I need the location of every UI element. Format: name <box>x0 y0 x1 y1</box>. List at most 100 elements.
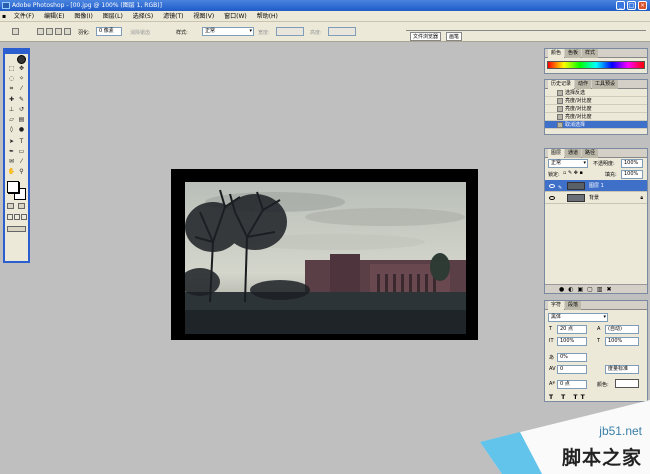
dodge-tool-icon[interactable]: ● <box>17 126 26 134</box>
tab-channels[interactable]: 通道 <box>565 149 582 158</box>
slice-tool-icon[interactable]: ⁄ <box>17 85 26 93</box>
font-size-input[interactable]: 20 点 <box>557 325 587 334</box>
width-input[interactable] <box>276 27 304 36</box>
brush-tool-icon[interactable]: ✎ <box>17 96 26 104</box>
title-bar: Adobe Photoshop - [00.jpg @ 100% (图层 1, … <box>0 0 650 11</box>
eraser-tool-icon[interactable]: ▱ <box>7 116 16 124</box>
shape-tool-icon[interactable]: ▭ <box>17 148 26 156</box>
document-image[interactable] <box>185 182 466 334</box>
gradient-tool-icon[interactable]: ▤ <box>17 116 26 124</box>
zoom-tool-icon[interactable]: ⚲ <box>17 168 26 176</box>
fill-input[interactable]: 100% <box>621 170 643 179</box>
layer-row[interactable]: 背景 🔒︎ <box>545 192 647 204</box>
tracking-input[interactable]: 0 <box>557 365 587 374</box>
add-selection-icon[interactable] <box>46 28 53 35</box>
path-select-icon[interactable]: ➤ <box>7 138 16 146</box>
pen-tool-icon[interactable]: ✒ <box>7 148 16 156</box>
eyedropper-icon[interactable]: ⁄ <box>17 158 26 166</box>
menu-layer[interactable]: 图层(L) <box>99 11 127 22</box>
intersect-selection-icon[interactable] <box>64 28 71 35</box>
hand-tool-icon[interactable]: ✋ <box>7 168 16 176</box>
layers-footer-buttons[interactable]: ●◐▣▢▥✖ <box>545 284 647 293</box>
history-item[interactable]: 选择反选 <box>545 89 647 97</box>
lock-icons[interactable]: ▫ ✎ ✥ ▪ <box>563 170 583 176</box>
tab-styles[interactable]: 样式 <box>582 49 599 58</box>
menu-view[interactable]: 视图(V) <box>189 11 218 22</box>
history-item-selected[interactable]: 取消选择 <box>545 121 647 129</box>
marquee-preset-icon[interactable] <box>12 28 19 35</box>
ps-menu-icon[interactable]: ▪ <box>0 11 8 22</box>
subtract-selection-icon[interactable] <box>55 28 62 35</box>
history-item[interactable]: 亮度/对比度 <box>545 105 647 113</box>
toolbox-header[interactable] <box>5 50 28 54</box>
tab-paragraph[interactable]: 段落 <box>565 301 582 310</box>
marquee-tool-icon[interactable]: ⬚ <box>7 65 16 73</box>
tab-character[interactable]: 字符 <box>548 301 565 310</box>
style-select[interactable]: 正常 ▾ <box>202 27 254 36</box>
photo-artwork <box>185 182 466 334</box>
tab-file-browser[interactable]: 文件浏览器 <box>410 32 442 41</box>
screen-mode-full-menu-icon[interactable] <box>14 214 20 220</box>
lock-label: 锁定: <box>548 172 560 178</box>
menu-edit[interactable]: 编辑(E) <box>40 11 68 22</box>
font-family-select[interactable]: 黑体 ▾ <box>548 313 608 322</box>
menu-window[interactable]: 窗口(W) <box>220 11 251 22</box>
foreground-color-swatch[interactable] <box>7 181 19 193</box>
text-color-swatch[interactable] <box>615 379 639 388</box>
history-item[interactable]: 亮度/对比度 <box>545 113 647 121</box>
tab-layers[interactable]: 图层 <box>548 149 565 158</box>
clone-stamp-icon[interactable]: ⊥ <box>7 106 16 114</box>
vertical-scale-input[interactable]: 100% <box>557 337 587 346</box>
adobe-online-icon[interactable] <box>17 55 26 64</box>
blend-mode-select[interactable]: 正常 ▾ <box>548 159 588 168</box>
eye-icon[interactable] <box>549 184 555 188</box>
screen-mode-full-icon[interactable] <box>21 214 27 220</box>
menu-help[interactable]: 帮助(H) <box>253 11 282 22</box>
tab-actions[interactable]: 动作 <box>575 80 592 89</box>
new-selection-icon[interactable] <box>37 28 44 35</box>
menu-select[interactable]: 选择(S) <box>129 11 158 22</box>
screen-mode-standard-icon[interactable] <box>7 214 13 220</box>
tab-color[interactable]: 颜色 <box>548 49 565 58</box>
tab-tool-presets[interactable]: 工具预设 <box>592 80 619 89</box>
history-brush-icon[interactable]: ↺ <box>17 106 26 114</box>
horizontal-scale-input[interactable]: 100% <box>605 337 639 346</box>
tab-history[interactable]: 历史记录 <box>548 80 575 89</box>
history-item[interactable]: 亮度/对比度 <box>545 97 647 105</box>
menu-image[interactable]: 图像(I) <box>70 11 96 22</box>
color-spectrum-bar[interactable] <box>547 61 645 69</box>
baseline-input[interactable]: 0 点 <box>557 380 587 389</box>
type-tool-icon[interactable]: T <box>17 138 26 146</box>
tsume-input[interactable]: 0% <box>557 353 587 362</box>
layer-name: 背景 <box>589 195 600 201</box>
move-tool-icon[interactable]: ✥ <box>17 65 26 73</box>
magic-wand-icon[interactable]: ✧ <box>17 75 26 83</box>
kerning-select[interactable]: 度量标准 <box>605 365 639 374</box>
menu-bar: ▪ 文件(F) 编辑(E) 图像(I) 图层(L) 选择(S) 滤镜(T) 视图… <box>0 11 650 22</box>
color-label: 颜色: <box>597 382 609 388</box>
standard-mode-icon[interactable] <box>7 203 14 209</box>
history-item-label: 亮度/对比度 <box>565 106 592 112</box>
tab-brushes[interactable]: 画笔 <box>446 32 463 41</box>
jump-to-imageready-icon[interactable] <box>7 226 26 232</box>
maximize-button[interactable]: □ <box>627 1 636 10</box>
opacity-input[interactable]: 100% <box>621 159 643 168</box>
quick-mask-icon[interactable] <box>18 203 25 209</box>
height-input[interactable] <box>328 27 356 36</box>
healing-brush-icon[interactable]: ✚ <box>7 96 16 104</box>
menu-filter[interactable]: 滤镜(T) <box>159 11 187 22</box>
feather-input[interactable]: 0 像素 <box>96 27 122 36</box>
close-button[interactable]: × <box>638 1 647 10</box>
blur-tool-icon[interactable]: ◊ <box>7 126 16 134</box>
minimize-button[interactable]: _ <box>616 1 625 10</box>
eye-icon[interactable] <box>549 196 555 200</box>
leading-input[interactable]: (自动) <box>605 325 639 334</box>
layer-row-selected[interactable]: ✎ 图层 1 <box>545 180 647 192</box>
tab-paths[interactable]: 路径 <box>582 149 599 158</box>
menu-file[interactable]: 文件(F) <box>10 11 38 22</box>
lasso-tool-icon[interactable]: ◌ <box>7 75 16 83</box>
antialias-checkbox[interactable]: 消除锯齿 <box>130 29 150 36</box>
crop-tool-icon[interactable]: ⌗ <box>7 85 16 93</box>
notes-tool-icon[interactable]: ✉ <box>7 158 16 166</box>
tab-swatches[interactable]: 色板 <box>565 49 582 58</box>
